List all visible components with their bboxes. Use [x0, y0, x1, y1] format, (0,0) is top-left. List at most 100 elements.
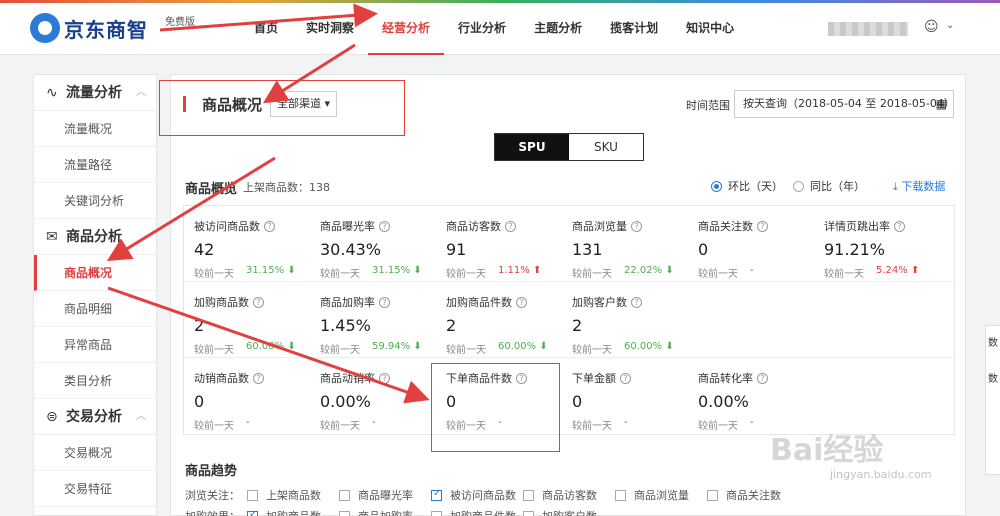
arrow-down-icon: ⬇ [410, 265, 422, 276]
download-label: 下载数据 [901, 180, 946, 193]
compare-percent: - [372, 417, 376, 432]
metric-value: 1.45% [320, 316, 371, 335]
help-icon[interactable]: ? [894, 220, 905, 232]
tab-sku[interactable]: SKU [569, 134, 643, 160]
compare-label: 较前一天 [824, 269, 864, 280]
radio-mom-label: 环比（天） [728, 180, 783, 193]
trend-checkbox[interactable]: 被访问商品数 [431, 487, 523, 503]
radio-yoy[interactable]: 同比（年） [793, 178, 865, 194]
metric-label: 被访问商品数 [194, 220, 260, 233]
metric-card: 被访问商品数? 42 较前一天 31.15% ⬇ [184, 206, 310, 281]
nav-item-0[interactable]: 首页 [240, 3, 292, 55]
logo[interactable]: 京东商智 [30, 13, 148, 43]
metric-card: 商品转化率? 0.00% 较前一天 - [688, 358, 814, 434]
arrow-down-icon: ⬇ [284, 265, 296, 276]
checkbox-label: 商品访客数 [542, 489, 597, 502]
metric-label-row: 商品曝光率? [320, 218, 436, 234]
sidebar-item-2-0[interactable]: 交易概况 [34, 435, 156, 471]
metric-label-row: 加购商品件数? [446, 294, 562, 310]
sidebar-item-2-1[interactable]: 交易特征 [34, 471, 156, 507]
compare-percent: 60.00% ⬇ [246, 341, 296, 356]
metrics-row: 加购商品数? 2 较前一天 60.00% ⬇ 商品加购率? 1.45% 较前一天 59.94%… [184, 282, 954, 358]
sidebar-item-0-1[interactable]: 流量路径 [34, 147, 156, 183]
metric-compare: 较前一天 31.15% ⬇ [320, 265, 436, 280]
right-floating-panel[interactable]: 数 数 [985, 325, 1000, 475]
stub-text-2: 数 [988, 374, 998, 385]
checkbox-icon [523, 510, 534, 516]
compare-percent-value: 31.15% [372, 265, 411, 276]
trend-checkbox[interactable]: 商品关注数 [707, 487, 799, 503]
metric-label: 商品曝光率 [320, 220, 375, 233]
nav-item-2[interactable]: 经营分析 [368, 3, 445, 55]
chevron-up-icon: ︿ [136, 87, 146, 98]
metric-compare: 较前一天 - [194, 417, 310, 432]
stub-text-1: 数 [988, 338, 998, 349]
metric-value: 0.00% [698, 392, 749, 411]
sidebar-item-1-3[interactable]: 类目分析 [34, 363, 156, 399]
sidebar-item-0-0[interactable]: 流量概况 [34, 111, 156, 147]
trend-checkbox[interactable]: 加购商品数 [247, 508, 339, 516]
trend-checkbox[interactable]: 商品加购率 [339, 508, 431, 516]
sidebar-group-label: 商品分析 [66, 229, 122, 245]
help-icon[interactable]: ? [757, 220, 768, 232]
metric-label: 商品浏览量 [572, 220, 627, 233]
help-icon[interactable]: ? [379, 372, 390, 384]
checkbox-label: 加购商品件数 [450, 508, 516, 516]
metric-label-row: 详情页跳出率? [824, 218, 940, 234]
sidebar-group-2[interactable]: ⊜ 交易分析 ︿ [34, 399, 156, 435]
help-icon[interactable]: ? [505, 220, 516, 232]
metric-label: 加购客户数 [572, 296, 627, 309]
download-icon: ⤓ [893, 180, 898, 193]
trend-checkbox[interactable]: 加购商品件数 [431, 508, 523, 516]
checkbox-label: 加购商品数 [266, 508, 321, 516]
nav-item-5[interactable]: 揽客计划 [596, 3, 672, 55]
sidebar-item-1-2[interactable]: 异常商品 [34, 327, 156, 363]
radio-mom[interactable]: 环比（天） [711, 178, 783, 194]
nav-item-3[interactable]: 行业分析 [444, 3, 520, 55]
compare-label: 较前一天 [320, 345, 360, 356]
sidebar-item-1-0[interactable]: 商品概况 [34, 255, 156, 291]
sidebar-group-1[interactable]: ✉ 商品分析 [34, 219, 156, 255]
trend-checkbox[interactable]: 商品浏览量 [615, 487, 707, 503]
sidebar-group-0[interactable]: ∿ 流量分析 ︿ [34, 75, 156, 111]
help-icon[interactable]: ? [264, 220, 275, 232]
download-data-link[interactable]: ⤓ 下载数据 [893, 178, 945, 194]
help-icon[interactable]: ? [516, 296, 527, 308]
trend-checkbox[interactable]: 商品曝光率 [339, 487, 431, 503]
help-icon[interactable]: ? [253, 372, 264, 384]
trend-title: 商品趋势 [185, 464, 238, 479]
help-icon[interactable]: ? [631, 296, 642, 308]
compare-percent: 60.00% ⬇ [624, 341, 674, 356]
help-icon[interactable]: ? [631, 220, 642, 232]
nav-item-4[interactable]: 主题分析 [520, 3, 596, 55]
help-icon[interactable]: ? [757, 372, 768, 384]
sidebar-item-0-2[interactable]: 关键词分析 [34, 183, 156, 219]
nav-item-6[interactable]: 知识中心 [672, 3, 748, 55]
chevron-down-icon[interactable]: ⌄ [946, 20, 954, 31]
trend-checkbox[interactable]: 加购客户数 [523, 508, 615, 516]
user-icon[interactable]: ☺ [924, 19, 939, 35]
chevron-up-icon: ︿ [136, 411, 146, 422]
compare-percent: 22.02% ⬇ [624, 265, 674, 280]
compare-percent-value: 60.00% [246, 341, 285, 352]
metric-card: 商品访客数? 91 较前一天 1.11% ⬆ [436, 206, 562, 281]
help-icon[interactable]: ? [620, 372, 631, 384]
trend-checkbox[interactable]: 上架商品数 [247, 487, 339, 503]
metric-label-row: 加购商品数? [194, 294, 310, 310]
date-range-picker[interactable]: 按天查询（2018-05-04 至 2018-05-04） ▦ [734, 90, 955, 118]
metric-card: 商品曝光率? 30.43% 较前一天 31.15% ⬇ [310, 206, 436, 281]
mail-icon: ✉ [46, 229, 58, 245]
help-icon[interactable]: ? [253, 296, 264, 308]
metric-compare: 较前一天 - [572, 417, 688, 432]
sidebar-item-1-1[interactable]: 商品明细 [34, 291, 156, 327]
metric-card: 商品浏览量? 131 较前一天 22.02% ⬇ [562, 206, 688, 281]
nav-item-1[interactable]: 实时洞察 [292, 3, 368, 55]
help-icon[interactable]: ? [379, 296, 390, 308]
tab-spu[interactable]: SPU [495, 134, 569, 160]
help-icon[interactable]: ? [379, 220, 390, 232]
metric-compare: 较前一天 - [320, 417, 436, 432]
trend-checkbox[interactable]: 商品访客数 [523, 487, 615, 503]
metric-value: 0 [698, 240, 709, 259]
arrow-down-icon: ⬇ [536, 341, 548, 352]
checkbox-icon [431, 510, 442, 516]
